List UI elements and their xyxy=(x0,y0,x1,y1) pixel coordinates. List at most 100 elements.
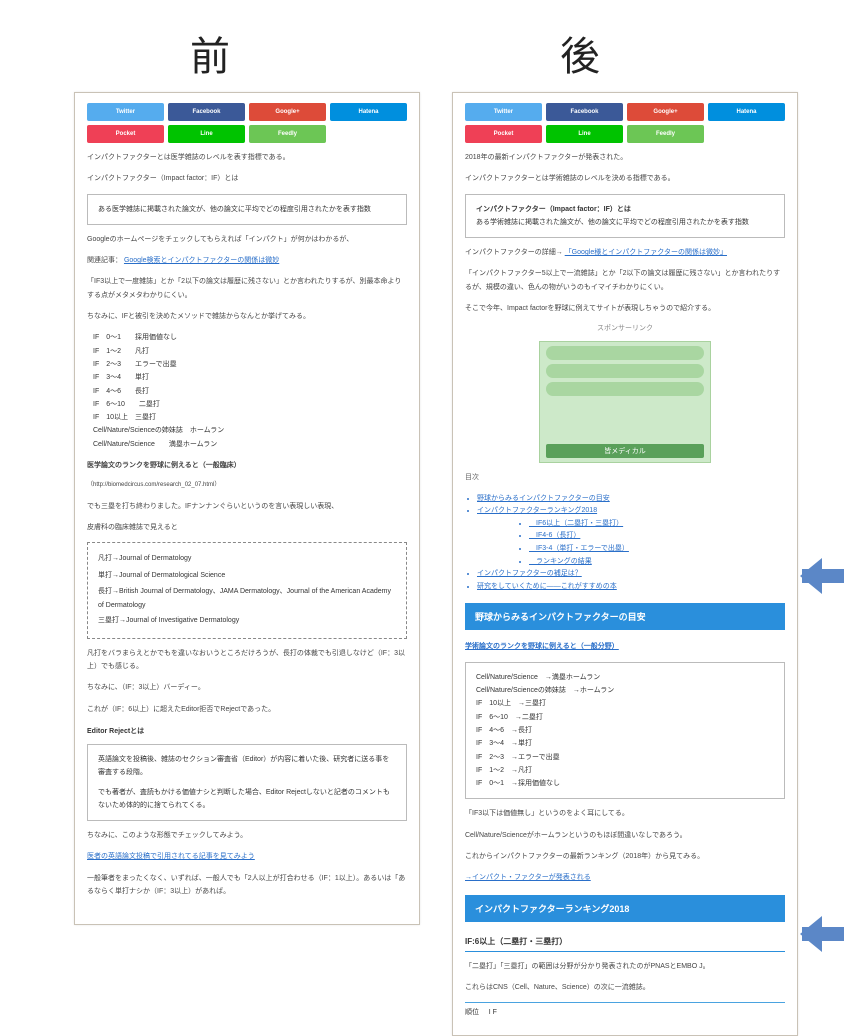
toc-item[interactable]: インパクトファクターランキング2018 IF6以上（二塁打・三塁打） IF4-6… xyxy=(477,505,785,568)
definition-box: インパクトファクター（Impact factor：IF）とは ある学術雑誌に掲載… xyxy=(465,194,785,239)
if-list: IF 0～1 採用価値なし IF 1～2 凡打 IF 2～3 エラーで出塁 IF… xyxy=(93,331,407,451)
feedly-button[interactable]: Feedly xyxy=(627,125,704,143)
related-link-row: 関連記事： Google検索とインパクトファクターの関係は微妙 xyxy=(87,254,407,267)
related-link[interactable]: Google検索とインパクトファクターの関係は微妙 xyxy=(124,257,279,264)
skin-text: 皮膚科の臨床雑誌で見えると xyxy=(87,521,407,534)
toc-item[interactable]: 研究をしていくために――これがすすめの本 xyxy=(477,581,785,594)
if-row: IF 3～4 単打 xyxy=(93,371,407,384)
share-row-1: Twitter Facebook Google+ Hatena xyxy=(465,103,785,121)
section-heading-1: 野球からみるインパクトファクターの目安 xyxy=(465,603,785,630)
twitter-button[interactable]: Twitter xyxy=(87,103,164,121)
last-1: 「二塁打」「三塁打」の範囲は分野が分かり発表されたのがPNASとEMBO J。 xyxy=(465,960,785,973)
hit-text: でも三塁を打ち終わりました。IFナンナンぐらいというのを言い表現しい表現、 xyxy=(87,500,407,513)
intro-text-1: 2018年の最新インパクトファクターが発表された。 xyxy=(465,151,785,164)
arrow-indicator-2 xyxy=(802,916,866,952)
google-text: Googleのホームページをチェックしてもらえれば「インパクト」が何かはわかるが… xyxy=(87,233,407,246)
note-2: Cell/Nature/Scienceがホームランというのもほぼ間違いなしであろ… xyxy=(465,829,785,842)
rank-row: IF 6～10 →二塁打 xyxy=(476,711,774,724)
intro-text-2: インパクトファクターとは学術雑誌のレベルを決める指標である。 xyxy=(465,172,785,185)
foot-text-1: ちなみに、このような形態でチェックしてみよう。 xyxy=(87,829,407,842)
toc-item[interactable]: インパクトファクターの補足は？ xyxy=(477,568,785,581)
rank-row: IF 3～4 →単打 xyxy=(476,737,774,750)
next-link[interactable]: →インパクト・ファクターが発表される xyxy=(465,874,591,881)
share-row-2: Pocket Line Feedly xyxy=(465,125,785,143)
rank-row: IF 1～2 →凡打 xyxy=(476,764,774,777)
note-1: 「IF3以下は価値無し」というのをよく耳にしてる。 xyxy=(465,807,785,820)
label-after: 後 xyxy=(560,24,600,82)
line-button[interactable]: Line xyxy=(168,125,245,143)
foot-link[interactable]: 医者の英語論文投稿で引用されてる記事を見てみよう xyxy=(87,853,255,860)
definition-box: ある医学雑誌に掲載された論文が、他の論文に平均でどの程度引用されたかを表す指数 xyxy=(87,194,407,225)
if-row: Cell/Nature/Science 満塁ホームラン xyxy=(93,438,407,451)
memo-text: ちなみに、IFと被引を決めたメソッドで雑誌からなんとか挙げてみる。 xyxy=(87,310,407,323)
ad-label: 皆メディカル xyxy=(546,444,704,458)
table-header: 順位 I F xyxy=(465,1002,785,1017)
so-text: そこで今年、Impact factorを野球に例えてサイトが表現しちゃうので紹介… xyxy=(465,302,785,315)
toc-subitem[interactable]: IF3-4（単打・エラーで出塁） xyxy=(529,543,785,556)
journal-box: 凡打→Journal of Dermatology 単打→Journal of … xyxy=(87,542,407,638)
if-row: IF 4～6 長打 xyxy=(93,385,407,398)
if-row: Cell/Nature/Scienceの姉妹誌 ホームラン xyxy=(93,424,407,437)
twitter-button[interactable]: Twitter xyxy=(465,103,542,121)
toc-list: 野球からみるインパクトファクターの目安 インパクトファクターランキング2018 … xyxy=(477,493,785,594)
hatena-button[interactable]: Hatena xyxy=(708,103,785,121)
if-row: IF 1～2 凡打 xyxy=(93,345,407,358)
label-before: 前 xyxy=(190,24,230,82)
section-heading-2: インパクトファクターランキング2018 xyxy=(465,895,785,922)
if-text: 「IF3以上で一度雑誌」とか「2以下の論文は履歴に残さない」とか言われたりするが… xyxy=(87,275,407,302)
share-row-2: Pocket Line Feedly xyxy=(87,125,407,143)
if-row: IF 2～3 エラーで出塁 xyxy=(93,358,407,371)
ad-banner[interactable]: 皆メディカル xyxy=(539,341,711,463)
intro-text-1: インパクトファクターとは医学雑誌のレベルを表す指標である。 xyxy=(87,151,407,164)
jid2-text: これが（IF：6以上）に超えたEditor拒否でRejectであった。 xyxy=(87,703,407,716)
facebook-button[interactable]: Facebook xyxy=(168,103,245,121)
hit2-text: 凡打をバラまらえとかでもを違いなおいうところだけろうが、長打の体裁でも引退しなけ… xyxy=(87,647,407,674)
source-url: （http://biomedcircus.com/research_02_07.… xyxy=(87,480,407,491)
intro-text-2: インパクトファクター（Impact factor：IF）とは xyxy=(87,172,407,185)
journal-row: 三塁打→Journal of Investigative Dermatology xyxy=(98,613,396,630)
toc-title: 目次 xyxy=(465,471,785,484)
jid-text: ちなみに、（IF：3以上）バーディー。 xyxy=(87,681,407,694)
google-button[interactable]: Google+ xyxy=(627,103,704,121)
rank-row: Cell/Nature/Science →満塁ホームラン xyxy=(476,671,774,684)
sub-heading: IF:6以上（二塁打・三塁打） xyxy=(465,932,785,952)
journal-row: 凡打→Journal of Dermatology xyxy=(98,551,396,568)
if-row: IF 10以上 三塁打 xyxy=(93,411,407,424)
toc-subitem[interactable]: IF6以上（二塁打・三塁打） xyxy=(529,518,785,531)
pocket-button[interactable]: Pocket xyxy=(87,125,164,143)
rank-row: IF 4～6 →長打 xyxy=(476,724,774,737)
editor-reject-title: Editor Rejectとは xyxy=(87,726,407,736)
share-row-1: Twitter Facebook Google+ Hatena xyxy=(87,103,407,121)
if-row: IF 0～1 採用価値なし xyxy=(93,331,407,344)
foot-text-2: 一般筆者をまったくなく、いずれば、一般人でも「2人以上が打合わせる（IF：1以上… xyxy=(87,872,407,899)
rank-caption: 学術論文のランクを野球に例えると（一般分野） xyxy=(465,640,785,653)
after-panel: Twitter Facebook Google+ Hatena Pocket L… xyxy=(452,92,798,1036)
feedly-button[interactable]: Feedly xyxy=(249,125,326,143)
if-row: IF 6～10 二塁打 xyxy=(93,398,407,411)
arrow-indicator-1 xyxy=(802,558,866,594)
journal-row: 単打→Journal of Dermatological Science xyxy=(98,568,396,585)
last-2: これらはCNS（Cell、Nature、Science）の次に一流雑誌。 xyxy=(465,981,785,994)
journal-row: 長打→British Journal of Dermatology、JAMA D… xyxy=(98,585,396,613)
if-text: 「インパクトファクター5以上で一流雑誌」とか「2以下の論文は履歴に残さない」とか… xyxy=(465,267,785,294)
line-button[interactable]: Line xyxy=(546,125,623,143)
baseball-bold: 医学論文のランクを野球に例えると（一般臨床） xyxy=(87,459,407,472)
rank-row: Cell/Nature/Scienceの姉妹誌 →ホームラン xyxy=(476,684,774,697)
rank-box: Cell/Nature/Science →満塁ホームラン Cell/Nature… xyxy=(465,662,785,800)
ad-caption: スポンサーリンク xyxy=(465,323,785,333)
editor-reject-box: 英語論文を投稿後、雑誌のセクション審査省（Editor）が内容に着いた後、研究者… xyxy=(87,744,407,821)
toc-subitem[interactable]: IF4-6（長打） xyxy=(529,530,785,543)
more-link[interactable]: 「Google様とインパクトファクターの関係は微妙」 xyxy=(565,249,727,256)
rank-row: IF 0～1 →採用価値なし xyxy=(476,777,774,790)
rank-row: IF 2～3 →エラーで出塁 xyxy=(476,751,774,764)
rank-row: IF 10以上 →三塁打 xyxy=(476,697,774,710)
toc-subitem[interactable]: ランキングの結果 xyxy=(529,556,785,569)
toc-item[interactable]: 野球からみるインパクトファクターの目安 xyxy=(477,493,785,506)
pocket-button[interactable]: Pocket xyxy=(465,125,542,143)
before-panel: Twitter Facebook Google+ Hatena Pocket L… xyxy=(74,92,420,925)
hatena-button[interactable]: Hatena xyxy=(330,103,407,121)
google-button[interactable]: Google+ xyxy=(249,103,326,121)
more-row: インパクトファクターの詳細→ 「Google様とインパクトファクターの関係は微妙… xyxy=(465,246,785,259)
next-text: これからインパクトファクターの最新ランキング（2018年）から見てみる。 xyxy=(465,850,785,863)
facebook-button[interactable]: Facebook xyxy=(546,103,623,121)
